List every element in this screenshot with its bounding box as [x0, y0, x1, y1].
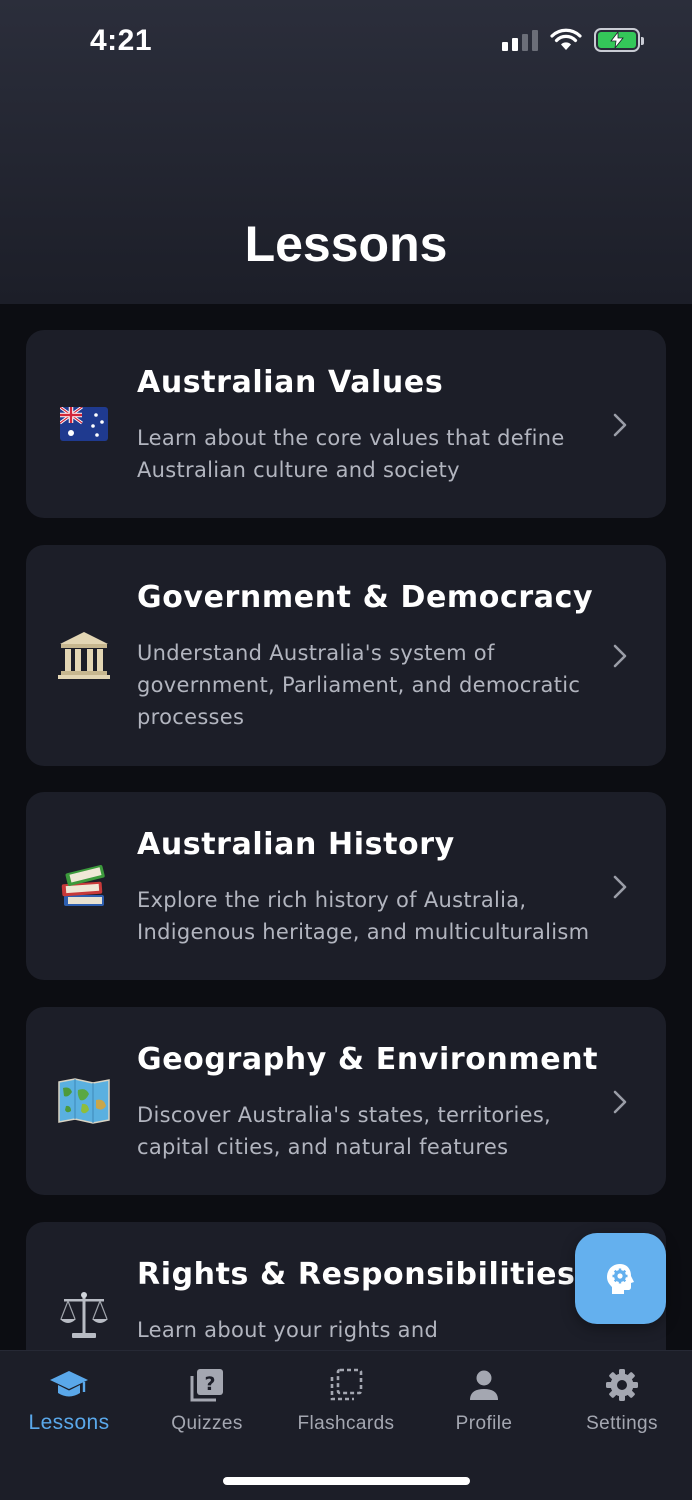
lesson-description: Learn about the core values that define …	[137, 426, 565, 482]
tab-settings[interactable]: Settings	[553, 1365, 691, 1435]
lesson-card-geography-environment[interactable]: Geography & Environment Discover Austral…	[26, 1007, 666, 1195]
lesson-description: Understand Australia's system of governm…	[137, 641, 581, 729]
lesson-card-australian-values[interactable]: Australian Values Learn about the core v…	[26, 330, 666, 518]
tab-profile[interactable]: Profile	[415, 1365, 553, 1435]
head-gear-icon	[606, 1263, 634, 1294]
header: 4:21 Lessons	[0, 0, 692, 304]
chevron-right-icon	[613, 1090, 627, 1114]
classical-building-icon	[58, 629, 110, 681]
ai-assistant-button[interactable]	[575, 1233, 666, 1324]
lesson-title: Australian Values	[137, 365, 444, 400]
tab-flashcards[interactable]: Flashcards	[277, 1365, 415, 1435]
lesson-description: Explore the rich history of Australia, I…	[137, 888, 590, 944]
flashcards-icon	[330, 1368, 363, 1401]
tab-label: Quizzes	[171, 1413, 243, 1434]
status-time: 4:21	[90, 24, 153, 57]
australian-flag-icon	[58, 398, 110, 450]
tab-label: Flashcards	[297, 1413, 395, 1434]
lesson-list: Australian Values Learn about the core v…	[26, 330, 666, 1350]
battery-icon	[594, 28, 644, 52]
chevron-right-icon	[613, 875, 627, 899]
tab-quizzes[interactable]: ? Quizzes	[138, 1365, 276, 1435]
lesson-description: Discover Australia's states, territories…	[137, 1103, 552, 1159]
balance-scale-icon	[58, 1290, 110, 1342]
chevron-right-icon	[613, 413, 627, 437]
svg-text:?: ?	[204, 1373, 215, 1395]
graduation-cap-icon	[50, 1371, 88, 1397]
gear-icon	[606, 1369, 638, 1401]
tab-label: Settings	[586, 1413, 658, 1434]
tab-lessons[interactable]: Lessons	[0, 1365, 138, 1435]
tab-label: Profile	[455, 1413, 513, 1434]
chevron-right-icon	[613, 644, 627, 668]
world-map-icon	[58, 1075, 110, 1127]
cellular-signal-icon	[502, 29, 538, 51]
lesson-title: Australian History	[137, 827, 455, 862]
quiz-icon: ?	[190, 1369, 223, 1402]
lesson-card-australian-history[interactable]: Australian History Explore the rich hist…	[26, 792, 666, 980]
charging-bolt-icon	[610, 32, 624, 48]
books-icon	[58, 860, 110, 912]
lesson-card-government-democracy[interactable]: Government & Democracy Understand Austra…	[26, 545, 666, 766]
lesson-title: Government & Democracy	[137, 580, 594, 615]
lesson-card-rights-responsibilities[interactable]: Rights & Responsibilities Learn about yo…	[26, 1222, 666, 1350]
tab-label: Lessons	[28, 1411, 110, 1434]
wifi-icon	[550, 28, 582, 50]
lesson-title: Rights & Responsibilities	[137, 1257, 576, 1292]
person-icon	[470, 1370, 498, 1400]
lesson-description: Learn about your rights and	[137, 1318, 439, 1342]
home-indicator	[223, 1477, 470, 1485]
page-title: Lessons	[244, 216, 448, 272]
lesson-title: Geography & Environment	[137, 1042, 599, 1077]
status-icons	[502, 28, 644, 52]
